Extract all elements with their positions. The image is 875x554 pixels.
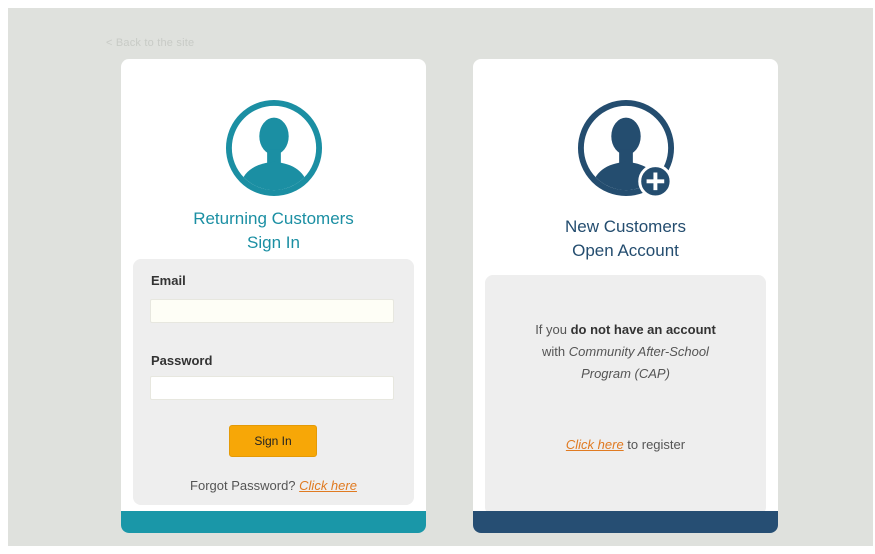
title-line-1: New Customers	[565, 217, 686, 236]
user-avatar-icon	[225, 99, 322, 197]
returning-customers-title: Returning Customers Sign In	[121, 207, 426, 255]
info-bold: do not have an account	[570, 322, 716, 337]
email-label: Email	[151, 273, 186, 288]
info-with: with	[542, 344, 566, 359]
returning-customers-card: Returning Customers Sign In Email Passwo…	[121, 59, 426, 533]
organization-name: Community After-School Program (CAP)	[568, 344, 709, 381]
open-account-panel: If you do not have an account with Commu…	[485, 275, 766, 515]
forgot-password-link[interactable]: Click here	[299, 478, 357, 493]
new-customers-title: New Customers Open Account	[473, 215, 778, 263]
info-line-1: If you do not have an account	[485, 319, 766, 341]
card-footer-bar	[121, 511, 426, 533]
back-to-site-link[interactable]: < Back to the site	[106, 37, 194, 49]
sign-in-form-panel: Email Password Sign In Forgot Password? …	[133, 259, 414, 505]
title-line-2: Open Account	[572, 241, 679, 260]
password-field[interactable]	[150, 376, 394, 400]
register-link[interactable]: Click here	[566, 437, 624, 452]
register-suffix: to register	[627, 437, 686, 452]
new-customers-card: New Customers Open Account If you do not…	[473, 59, 778, 533]
title-line-2: Sign In	[247, 233, 300, 252]
forgot-password-text: Forgot Password?	[190, 478, 296, 493]
register-row: Click here to register	[485, 437, 766, 452]
title-line-1: Returning Customers	[193, 209, 354, 228]
card-footer-bar	[473, 511, 778, 533]
page-background: < Back to the site Returning Customers S…	[8, 8, 873, 546]
info-prefix: If you	[535, 322, 567, 337]
password-label: Password	[151, 353, 213, 368]
sign-in-button[interactable]: Sign In	[229, 425, 317, 457]
no-account-info: If you do not have an account with Commu…	[485, 319, 766, 385]
email-field[interactable]	[150, 299, 394, 323]
info-line-2: with Community After-School Program (CAP…	[485, 341, 766, 385]
add-user-icon	[577, 99, 674, 197]
forgot-password-row: Forgot Password? Click here	[133, 478, 414, 493]
